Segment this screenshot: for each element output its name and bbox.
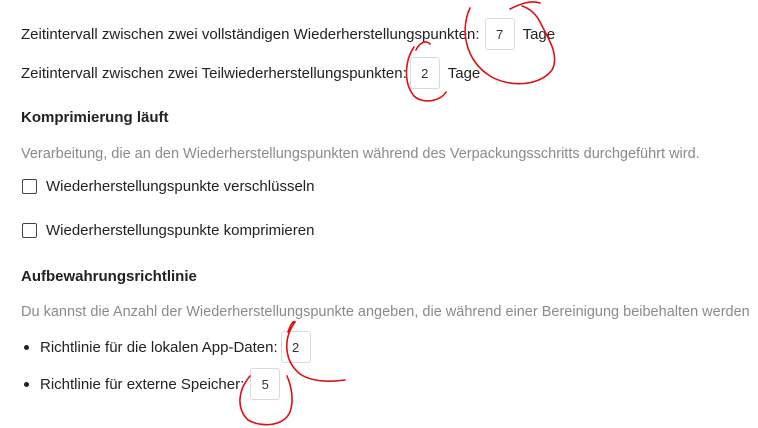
encrypt-checkbox-label[interactable]: Wiederherstellungspunkte verschlüsseln xyxy=(46,178,314,195)
compress-checkbox-label[interactable]: Wiederherstellungspunkte komprimieren xyxy=(46,222,314,239)
partial-backup-interval-input[interactable]: 2 xyxy=(409,57,440,89)
retention-heading: Aufbewahrungsrichtlinie xyxy=(21,268,197,285)
compression-description: Verarbeitung, die an den Wiederherstellu… xyxy=(21,146,700,162)
external-retention-label: Richtlinie für externe Speicher: xyxy=(40,375,245,393)
encrypt-checkbox[interactable] xyxy=(22,179,37,194)
external-retention-input[interactable]: 5 xyxy=(250,368,281,400)
bullet xyxy=(24,344,29,350)
compress-checkbox[interactable] xyxy=(22,223,37,238)
bullet xyxy=(24,381,29,387)
compress-checkbox-row[interactable]: Wiederherstellungspunkte komprimieren xyxy=(22,222,314,239)
full-backup-interval-label: Zeitintervall zwischen zwei vollständige… xyxy=(21,25,480,43)
full-backup-interval-unit: Tage xyxy=(522,25,556,43)
local-retention-label: Richtlinie für die lokalen App-Daten: xyxy=(40,338,278,356)
encrypt-checkbox-row[interactable]: Wiederherstellungspunkte verschlüsseln xyxy=(22,178,314,195)
external-retention-row: Richtlinie für externe Speicher: 5 xyxy=(24,368,281,400)
local-retention-row: Richtlinie für die lokalen App-Daten: 2 xyxy=(24,331,311,363)
local-retention-input[interactable]: 2 xyxy=(280,331,311,363)
partial-backup-interval-row: Zeitintervall zwischen zwei Teilwiederhe… xyxy=(21,57,480,89)
full-backup-interval-row: Zeitintervall zwischen zwei vollständige… xyxy=(21,18,555,50)
partial-backup-interval-unit: Tage xyxy=(447,64,481,82)
retention-description: Du kannst die Anzahl der Wiederherstellu… xyxy=(21,304,750,320)
full-backup-interval-input[interactable]: 7 xyxy=(484,18,515,50)
compression-heading: Komprimierung läuft xyxy=(21,109,169,126)
partial-backup-interval-label: Zeitintervall zwischen zwei Teilwiederhe… xyxy=(21,64,407,82)
